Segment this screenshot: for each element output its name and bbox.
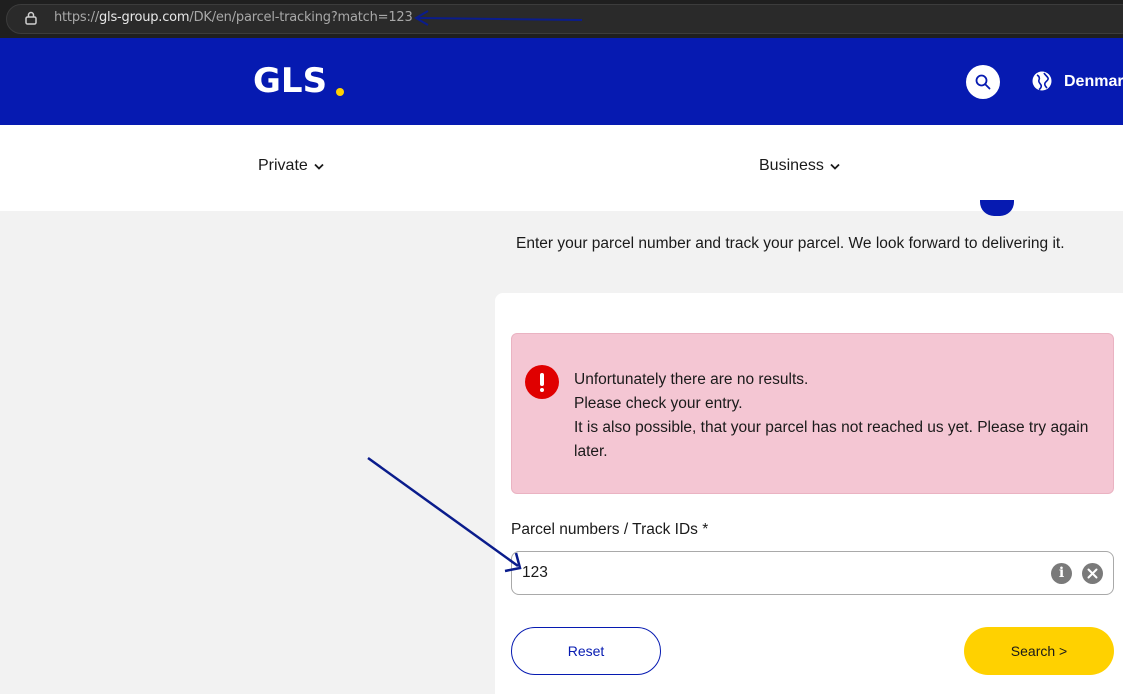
nav-private[interactable]: Private (258, 157, 324, 175)
site-header: GLS Denmark (0, 38, 1123, 125)
country-selector[interactable]: Denmark (1064, 73, 1123, 91)
tracking-card: Unfortunately there are no results. Plea… (495, 293, 1123, 694)
nav-business-label: Business (759, 157, 824, 174)
reset-button[interactable]: Reset (511, 627, 661, 675)
chevron-down-icon (314, 163, 324, 170)
url-host: gls-group.com (99, 10, 190, 25)
nav-business[interactable]: Business (759, 157, 840, 175)
exclamation-icon (525, 365, 559, 399)
clear-icon[interactable] (1082, 563, 1103, 584)
parcel-numbers-input[interactable] (522, 562, 1022, 584)
search-icon (975, 74, 991, 90)
sub-nav: Private Business (0, 125, 1123, 211)
gls-logo[interactable]: GLS (253, 61, 327, 101)
parcel-numbers-field[interactable]: i (511, 551, 1114, 595)
alert-line: Unfortunately there are no results. (574, 371, 809, 388)
parcel-numbers-label: Parcel numbers / Track IDs * (511, 521, 709, 538)
alert-line: It is also possible, that your parcel ha… (574, 419, 1089, 460)
alert-message: Unfortunately there are no results. Plea… (574, 368, 1094, 464)
chevron-down-icon (830, 163, 840, 170)
alert-line: Please check your entry. (574, 395, 743, 412)
globe-icon[interactable] (1031, 70, 1053, 92)
decorative-shape (980, 200, 1014, 216)
no-results-alert: Unfortunately there are no results. Plea… (511, 333, 1114, 494)
url-path: /DK/en/parcel-tracking?match=123 (189, 10, 413, 25)
url-text[interactable]: https://gls-group.com/DK/en/parcel-track… (54, 10, 413, 25)
intro-text: Enter your parcel number and track your … (516, 235, 1065, 252)
logo-dot (336, 88, 344, 96)
lock-icon[interactable] (25, 11, 37, 25)
search-button[interactable] (966, 65, 1000, 99)
url-prefix: https:// (54, 10, 99, 25)
search-submit-button[interactable]: Search > (964, 627, 1114, 675)
browser-bar: https://gls-group.com/DK/en/parcel-track… (0, 0, 1123, 38)
info-icon[interactable]: i (1051, 563, 1072, 584)
nav-private-label: Private (258, 157, 308, 174)
